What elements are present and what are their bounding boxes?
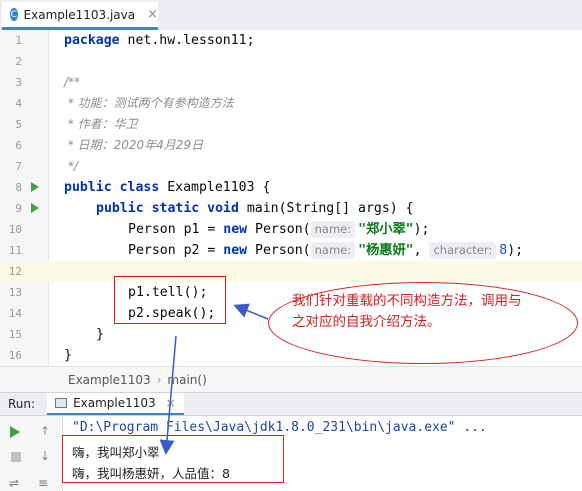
parameter-hint: name: [310, 221, 356, 238]
editor-tab-bar: C Example1103.java × [0, 0, 582, 31]
java-class-icon: C [10, 8, 18, 21]
run-toolwindow-header: Run: Example1103 × [0, 392, 582, 416]
breadcrumb-class[interactable]: Example1103 [68, 373, 151, 387]
console-toolbar: ↑ ↓ ⇌ ≡ [0, 416, 63, 491]
close-icon[interactable]: × [166, 396, 176, 410]
code-line: 10 Person p1 = new Person(name: "郑小翠"); [0, 219, 582, 240]
number-literal: 8 [499, 243, 508, 258]
code-text: Person( [247, 222, 311, 237]
rerun-icon[interactable] [10, 426, 20, 438]
code-text: } [64, 348, 72, 363]
run-tab-example1103[interactable]: Example1103 × [47, 393, 184, 415]
code-text: , [413, 243, 430, 258]
line-number: 6 [15, 139, 22, 152]
line-number: 8 [15, 181, 22, 194]
code-line: 9 public static void main(String[] args) … [0, 198, 582, 219]
stop-icon[interactable] [11, 452, 21, 462]
run-gutter-icon[interactable] [31, 203, 39, 213]
code-line: 7 */ [0, 156, 582, 177]
string-literal: "杨惠妍" [358, 243, 414, 258]
line-number: 3 [15, 76, 22, 89]
line-number: 16 [8, 349, 22, 362]
line-number: 9 [15, 202, 22, 215]
parameter-hint: character: [429, 242, 497, 259]
tab-example1103-java[interactable]: C Example1103.java × [2, 2, 158, 30]
code-text: ); [507, 243, 524, 258]
code-line: 8 public class Example1103 { [0, 177, 582, 198]
line-number: 1 [15, 34, 22, 47]
line-number: 15 [8, 328, 22, 341]
comment: * 作者：华卫 [64, 117, 138, 131]
line-number: 13 [8, 286, 22, 299]
line-number: 5 [15, 118, 22, 131]
keyword: new [223, 222, 248, 237]
code-text: main(String[] args) { [238, 201, 414, 216]
keyword: public class [64, 180, 160, 195]
arrow-up-icon[interactable]: ↑ [40, 424, 50, 438]
line-number: 10 [8, 223, 22, 236]
chevron-right-icon: › [156, 372, 162, 387]
code-text: Person( [247, 243, 311, 258]
code-text: Person p1 = [128, 222, 224, 237]
highlight-box-console-output [62, 435, 284, 483]
string-literal: "郑小翠" [358, 222, 414, 237]
code-line: 6 * 日期：2020年4月29日 [0, 135, 582, 156]
run-gutter-icon[interactable] [31, 182, 39, 192]
code-line: 1 package net.hw.lesson11; [0, 30, 582, 51]
line-number: 11 [8, 244, 22, 257]
code-line-current: 12 [0, 261, 582, 282]
close-icon[interactable]: × [147, 7, 158, 22]
code-line: 4 * 功能：测试两个有参构造方法 [0, 93, 582, 114]
code-text: Example1103 { [159, 180, 271, 195]
code-line: 2 [0, 51, 582, 72]
comment: /** [64, 75, 81, 89]
arrow-down-icon[interactable]: ↓ [40, 449, 50, 463]
run-tab-label: Example1103 [73, 396, 156, 410]
wrap-icon[interactable]: ⇌ [9, 476, 19, 490]
console-command-line: "D:\Program Files\Java\jdk1.8.0_231\bin\… [72, 420, 487, 435]
highlight-box-method-calls [114, 276, 226, 324]
soft-wrap-icon[interactable]: ≡ [38, 476, 48, 490]
run-title: Run: [8, 397, 36, 411]
code-text: net.hw.lesson11; [119, 33, 255, 48]
breadcrumb-method[interactable]: main() [167, 373, 206, 387]
comment: */ [64, 159, 78, 173]
line-number: 2 [15, 55, 22, 68]
line-number: 7 [15, 160, 22, 173]
code-line: 11 Person p2 = new Person(name: "杨惠妍", cha… [0, 240, 582, 261]
tab-label: Example1103.java [23, 7, 136, 22]
annotation-text: 我们针对重载的不同构造方法，调用与之对应的自我介绍方法。 [292, 293, 522, 330]
code-text: } [96, 327, 104, 342]
line-number: 14 [8, 307, 22, 320]
line-number: 12 [8, 265, 22, 278]
code-line: 3 /** [0, 72, 582, 93]
comment: * 功能：测试两个有参构造方法 [64, 96, 234, 110]
breadcrumb: Example1103 › main() [0, 366, 582, 392]
comment: * 日期：2020年4月29日 [64, 138, 204, 152]
parameter-hint: name: [310, 242, 356, 259]
keyword: package [64, 33, 120, 48]
keyword: new [223, 243, 248, 258]
code-text: ); [413, 222, 430, 237]
code-text: Person p2 = [128, 243, 224, 258]
line-number: 4 [15, 97, 22, 110]
keyword: public static void [96, 201, 239, 216]
console-icon [55, 398, 68, 408]
code-line: 5 * 作者：华卫 [0, 114, 582, 135]
